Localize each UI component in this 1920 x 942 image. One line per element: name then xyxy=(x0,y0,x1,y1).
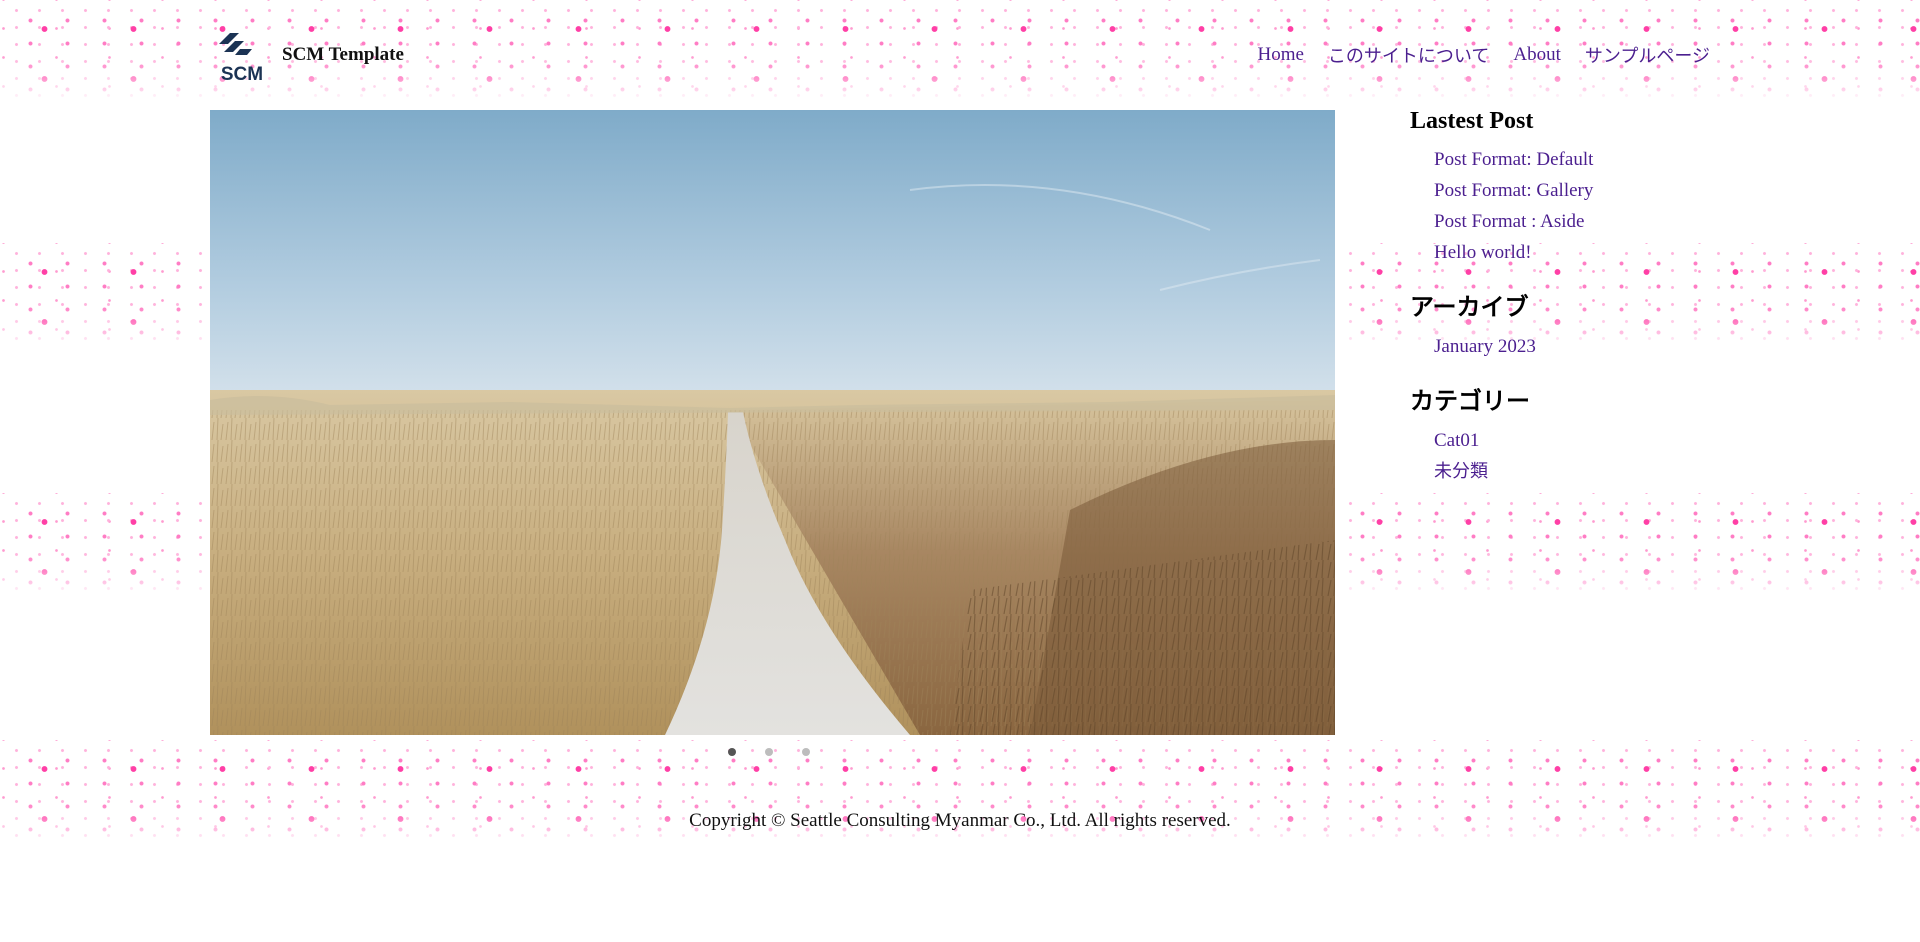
list-item: Post Format: Gallery xyxy=(1434,180,1710,203)
hero-slider-image[interactable] xyxy=(210,110,1335,735)
list-item: Cat01 xyxy=(1434,430,1710,453)
nav-home[interactable]: Home xyxy=(1257,44,1303,66)
category-link-uncategorized[interactable]: 未分類 xyxy=(1434,461,1488,482)
slider-dots xyxy=(728,748,810,756)
slider-dot-2[interactable] xyxy=(765,748,773,756)
archive-heading: アーカイブ xyxy=(1410,293,1529,321)
site-header: SCM SCM Template Home このサイトについて About サン… xyxy=(210,24,1710,84)
list-item: January 2023 xyxy=(1434,336,1710,359)
copyright-text: Copyright © Seattle Consulting Myanmar C… xyxy=(689,810,1231,831)
post-link-gallery[interactable]: Post Format: Gallery xyxy=(1434,180,1593,201)
category-heading: カテゴリー xyxy=(1410,387,1530,415)
main-nav: Home このサイトについて About サンプルページ xyxy=(1257,42,1710,68)
list-item: Hello world! xyxy=(1434,242,1710,265)
post-link-hello-world[interactable]: Hello world! xyxy=(1434,242,1532,263)
list-item: Post Format: Default xyxy=(1434,149,1710,172)
site-logo[interactable]: SCM xyxy=(214,30,270,84)
nav-sample-page[interactable]: サンプルページ xyxy=(1585,42,1710,68)
site-title[interactable]: SCM Template xyxy=(282,44,404,66)
nav-about[interactable]: About xyxy=(1513,44,1561,66)
post-link-default[interactable]: Post Format: Default xyxy=(1434,149,1593,170)
site-footer: Copyright © Seattle Consulting Myanmar C… xyxy=(0,810,1920,832)
list-item: 未分類 xyxy=(1434,461,1710,484)
nav-about-site[interactable]: このサイトについて xyxy=(1328,42,1489,68)
slider-dot-1[interactable] xyxy=(728,748,736,756)
slider-dot-3[interactable] xyxy=(802,748,810,756)
post-link-aside[interactable]: Post Format : Aside xyxy=(1434,211,1584,232)
list-item: Post Format : Aside xyxy=(1434,211,1710,234)
sidebar: Lastest Post Post Format: Default Post F… xyxy=(1410,108,1710,506)
latest-post-list: Post Format: Default Post Format: Galler… xyxy=(1434,149,1710,265)
archive-link-january-2023[interactable]: January 2023 xyxy=(1434,336,1536,357)
category-list: Cat01 未分類 xyxy=(1434,430,1710,484)
latest-post-heading: Lastest Post xyxy=(1410,108,1534,134)
heart-pattern-band xyxy=(0,740,1920,850)
archive-list: January 2023 xyxy=(1434,336,1710,359)
category-link-cat01[interactable]: Cat01 xyxy=(1434,430,1479,451)
logo-text: SCM xyxy=(221,64,263,84)
